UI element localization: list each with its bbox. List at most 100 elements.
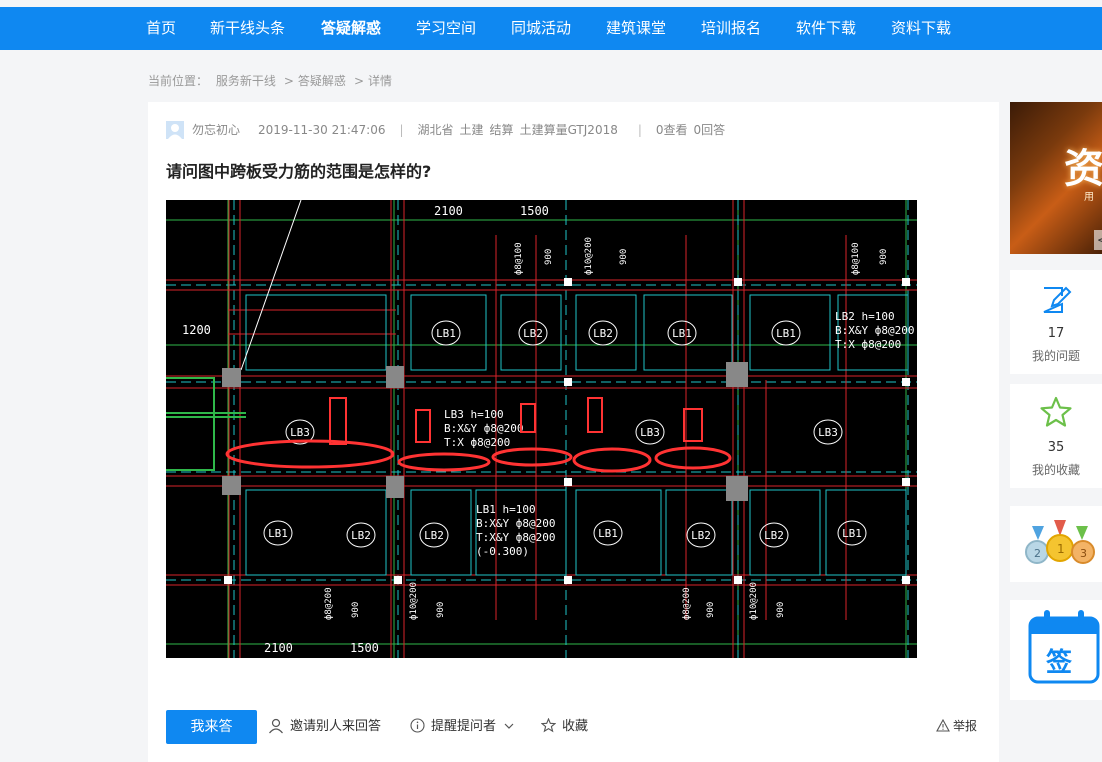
nav-resources[interactable]: 资料下载 (891, 7, 951, 50)
banner-subtext: 用 (1084, 192, 1094, 203)
svg-text:1: 1 (1057, 542, 1065, 556)
promo-banner[interactable]: 资 用 < (1010, 102, 1102, 254)
svg-text:2: 2 (1034, 547, 1041, 560)
slab-label: LB3 (818, 426, 838, 439)
breadcrumb: 当前位置： 服务新干线 > 答疑解惑 > 详情 (148, 72, 396, 89)
breadcrumb-qa[interactable]: 答疑解惑 (298, 74, 346, 88)
len-label: 900 (619, 249, 629, 265)
tag-gtj[interactable]: 土建算量GTJ2018 (520, 123, 618, 137)
answer-button[interactable]: 我来答 (166, 710, 257, 744)
breadcrumb-service[interactable]: 服务新干线 (216, 74, 276, 88)
len-label: 900 (351, 602, 361, 618)
ranking-panel[interactable]: 2 1 3 (1010, 506, 1102, 582)
breadcrumb-sep: > (283, 74, 294, 88)
nav-classroom[interactable]: 建筑课堂 (606, 7, 666, 50)
my-favorites-count: 35 (1047, 440, 1065, 455)
note-lb2-line3: T:X ф8@200 (835, 338, 901, 351)
note-lb1-line3: T:X&Y ф8@200 (476, 531, 555, 544)
banner-text: 资 (1064, 146, 1102, 192)
sign-in-panel[interactable]: 签 (1010, 600, 1102, 700)
breadcrumb-prefix: 当前位置： (148, 74, 209, 88)
medals-icon: 2 1 3 (1025, 520, 1095, 564)
my-questions-count: 17 (1047, 326, 1065, 341)
slab-label: LB1 (598, 527, 618, 540)
my-favorites-label: 我的收藏 (1031, 463, 1080, 477)
nav-events[interactable]: 同城活动 (511, 7, 571, 50)
slab-label: LB3 (290, 426, 310, 439)
note-lb1-line4: (-0.300) (476, 545, 529, 558)
question-title: 请问图中跨板受力筋的范围是怎样的? (166, 162, 432, 181)
slab-label: LB1 (842, 527, 862, 540)
slab-label: LB2 (523, 327, 543, 340)
nav-training[interactable]: 培训报名 (701, 7, 761, 50)
user-icon (269, 718, 283, 733)
question-meta: 勿忘初心 2019-11-30 21:47:06 | 湖北省 土建 结算 土建算量GTJ20… (166, 120, 725, 140)
len-label: 900 (436, 602, 446, 618)
nav-headlines[interactable]: 新干线头条 (210, 7, 285, 50)
author-name[interactable]: 勿忘初心 (192, 123, 240, 137)
tag-settlement[interactable]: 结算 (490, 123, 514, 137)
slab-label: LB1 (436, 327, 456, 340)
breadcrumb-detail: 详情 (368, 74, 393, 88)
sign-in-label: 签 (1046, 648, 1073, 678)
post-datetime: 2019-11-30 21:47:06 (258, 123, 386, 137)
dim-top-1: 2100 (434, 204, 463, 218)
rebar-label: ф8@100 (514, 242, 524, 275)
tag-civil[interactable]: 土建 (460, 123, 484, 137)
dim-left: 1200 (182, 323, 211, 337)
dim-bottom-2: 1500 (350, 641, 379, 655)
nav-qa[interactable]: 答疑解惑 (321, 7, 381, 50)
my-questions-panel[interactable]: 17 我的问题 (1010, 270, 1102, 374)
edit-icon (1043, 286, 1072, 313)
avatar[interactable] (166, 120, 184, 139)
my-favorites-panel[interactable]: 35 我的收藏 (1010, 384, 1102, 488)
note-lb1-line1: LB1 h=100 (476, 503, 536, 516)
slab-label: LB2 (351, 529, 371, 542)
dim-bottom-1: 2100 (264, 641, 293, 655)
chevron-down-icon (504, 723, 514, 729)
star-icon (540, 717, 557, 733)
slab-label: LB1 (268, 527, 288, 540)
slab-label: LB2 (691, 529, 711, 542)
len-label: 900 (776, 602, 786, 618)
slab-label: LB2 (593, 327, 613, 340)
slab-label: LB1 (672, 327, 692, 340)
rebar-label: ф8@200 (324, 587, 334, 620)
invite-label: 邀请别人来回答 (290, 719, 382, 734)
breadcrumb-sep: > (353, 74, 364, 88)
nav-software[interactable]: 软件下载 (796, 7, 856, 50)
nav-home[interactable]: 首页 (146, 7, 176, 50)
remind-asker-button[interactable]: 提醒提问者 (410, 718, 514, 736)
banner-prev-button[interactable]: < (1094, 230, 1102, 250)
cad-drawing-image[interactable]: LB1 LB2 LB2 LB1 LB1 LB3 LB3 LB3 LB1 LB2 … (166, 200, 917, 658)
slab-label: LB1 (776, 327, 796, 340)
view-count: 0查看 (655, 123, 688, 137)
answer-count: 0回答 (693, 123, 726, 137)
star-icon (1040, 396, 1072, 427)
collect-label: 收藏 (562, 719, 589, 734)
note-lb3-line1: LB3 h=100 (444, 408, 504, 421)
rebar-label: ф10@200 (409, 582, 419, 620)
slab-label: LB2 (424, 529, 444, 542)
note-lb2-line1: LB2 h=100 (835, 310, 895, 323)
report-label: 举报 (953, 719, 978, 733)
dim-top-2: 1500 (520, 204, 549, 218)
region-tag[interactable]: 湖北省 (418, 123, 454, 137)
rebar-label: ф8@100 (851, 242, 861, 275)
note-lb2-line2: B:X&Y ф8@200 (835, 324, 914, 337)
len-label: 900 (879, 249, 889, 265)
rebar-label: ф10@200 (749, 582, 759, 620)
invite-answer-button[interactable]: 邀请别人来回答 (268, 718, 381, 736)
report-button[interactable]: 举报 (936, 717, 977, 735)
rebar-label: ф10@200 (584, 237, 594, 275)
note-lb3-line3: T:X ф8@200 (444, 436, 510, 449)
my-questions-label: 我的问题 (1031, 349, 1080, 363)
collect-button[interactable]: 收藏 (540, 717, 589, 736)
rebar-label: ф8@200 (682, 587, 692, 620)
slab-label: LB2 (764, 529, 784, 542)
remind-label: 提醒提问者 (431, 719, 497, 734)
len-label: 900 (706, 602, 716, 618)
slab-label: LB3 (640, 426, 660, 439)
nav-study[interactable]: 学习空间 (416, 7, 476, 50)
note-lb3-line2: B:X&Y ф8@200 (444, 422, 523, 435)
